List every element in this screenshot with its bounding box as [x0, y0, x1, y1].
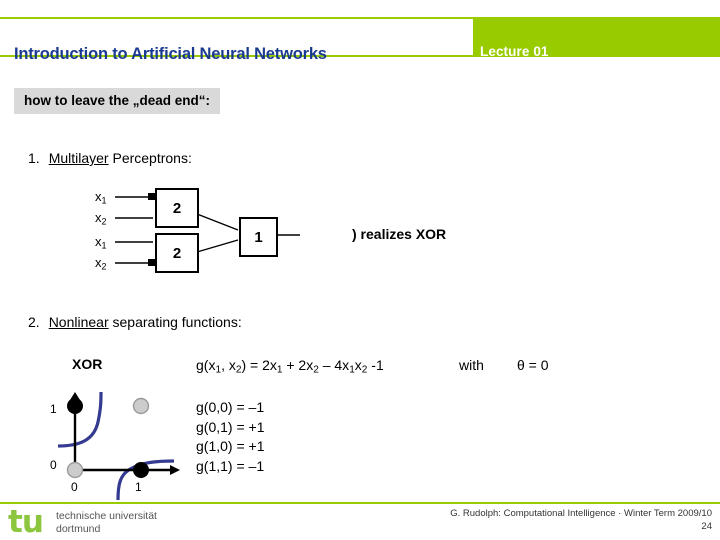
point-0-1 [67, 398, 83, 414]
with-label: with [459, 357, 484, 373]
g-value-row: g(1,1) = –1 [196, 457, 265, 474]
g-value-row: g(0,0) = –1 [196, 399, 265, 415]
point-1-1 [132, 397, 150, 415]
tu-logo-line2: dortmund [56, 522, 101, 535]
network-caption: ) realizes XOR [352, 226, 447, 242]
page-number: 24 [701, 521, 712, 532]
footer-credit: G. Rudolph: Computational Intelligence ·… [450, 508, 712, 519]
hidden-unit-top: 2 [155, 188, 199, 228]
formula-frag: – 4x [318, 357, 350, 373]
list-item-multilayer-perceptrons: 1. Multilayer Perceptrons: [28, 150, 192, 166]
list-text: separating functions: [108, 314, 242, 330]
footer-divider [0, 502, 720, 504]
header-bar: Introduction to Artificial Neural Networ… [0, 17, 720, 63]
page-title: Introduction to Artificial Neural Networ… [14, 45, 327, 63]
formula-frag: ) = 2x [241, 357, 277, 373]
list-item-nonlinear-separating-functions: 2. Nonlinear separating functions: [28, 314, 242, 330]
g-value-row: g(1,0) = +1 [196, 438, 265, 454]
formula-frag: + 2x [282, 357, 314, 373]
hidden-unit-bottom: 2 [155, 233, 199, 273]
network-diagram: x1 x2 x1 x2 2 2 1 [95, 185, 315, 280]
plot-canvas [57, 392, 180, 500]
list-keyword: Nonlinear [48, 314, 109, 330]
tu-logo-text: technische universität dortmund [56, 510, 157, 535]
list-number: 1. [28, 150, 40, 166]
tu-dortmund-logo: tu technische universität dortmund [8, 506, 208, 538]
g-value-list: g(0,0) = –1 g(0,1) = +1 g(1,0) = +1 g(1,… [196, 398, 265, 476]
g-value-row: g(0,1) = +1 [196, 418, 265, 435]
point-0-0 [66, 461, 84, 479]
network-wires [115, 193, 300, 266]
list-number: 2. [28, 314, 40, 330]
formula-frag: g(x [196, 357, 216, 373]
xor-label: XOR [72, 356, 103, 372]
tu-logo-line1: technische universität [56, 510, 157, 522]
xor-scatter-plot: 1 0 0 1 [40, 392, 180, 500]
point-1-0 [133, 462, 149, 478]
header-title-plate: Introduction to Artificial Neural Networ… [0, 19, 473, 63]
formula-frag: -1 [367, 357, 384, 373]
separating-function-formula: g(x1, x2) = 2x1 + 2x2 – 4x1x2 -1 [196, 357, 384, 376]
lecture-label: Lecture 01 [480, 44, 549, 59]
subtitle-banner: how to leave the „dead end“: [14, 88, 221, 114]
theta-value: θ = 0 [517, 357, 549, 373]
output-unit: 1 [239, 217, 278, 257]
list-text: Perceptrons: [108, 150, 192, 166]
formula-frag: , x [221, 357, 236, 373]
x-axis-arrow [170, 465, 180, 475]
formula-frag: x [354, 357, 362, 373]
list-keyword: Multilayer [48, 150, 109, 166]
tu-logo-mark: tu [8, 504, 44, 540]
